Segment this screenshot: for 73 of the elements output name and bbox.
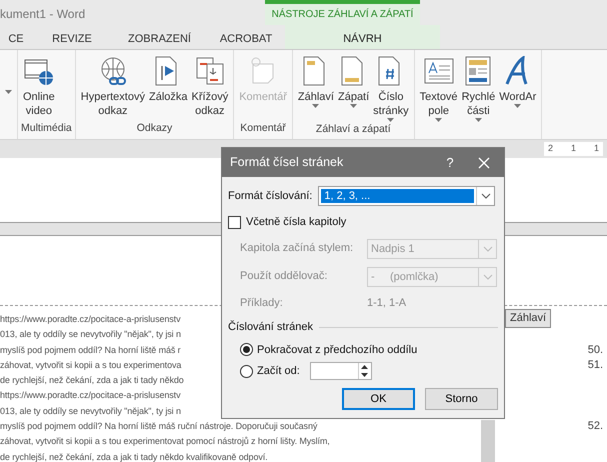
ruler-number: 2 <box>548 142 553 156</box>
ribbon-button[interactable]: Textové pole <box>418 50 460 122</box>
line-number: 50. <box>588 342 604 358</box>
ribbon-button[interactable]: Hypertextový odkaz <box>78 50 147 122</box>
margin-bar <box>481 420 495 462</box>
example-value: 1-1, 1-A <box>367 296 406 310</box>
dialog-button[interactable]: Storno <box>425 388 498 410</box>
cross-reference-icon <box>194 56 225 86</box>
document-text: záhovat, vytvořit si kopii a s tou experimentovat pomocí nástrojů z horní lišty. Myslím, <box>0 435 330 448</box>
number-spinner[interactable] <box>310 362 372 380</box>
document-text: https://www.poradte.cz/pocitace-a-prislusenstv <box>0 389 180 402</box>
document-text: záhovat, vytvořit si kopii a s tou experimentova <box>0 358 182 372</box>
document-text: myslíš pod pojmem oddíl? Na horní liště máš r <box>0 344 181 357</box>
caret-icon <box>5 90 12 94</box>
field-label: Kapitola začíná stylem: <box>240 241 354 256</box>
line-number: 52. <box>588 419 604 434</box>
contextual-tab-group: NÁSTROJE ZÁHLAVÍ A ZÁPATÍ <box>265 0 420 25</box>
caret-icon <box>350 104 358 108</box>
chevron-icon <box>480 193 491 199</box>
field-label: Použít oddělovač: <box>240 269 328 284</box>
ribbon-button[interactable]: Číslo stránky <box>371 50 411 122</box>
field-label: Příklady: <box>240 296 284 310</box>
caret-icon <box>312 104 320 108</box>
caret-icon <box>474 118 482 122</box>
radio-label: Pokračovat z předchozího oddílu <box>257 342 418 358</box>
section-title: Číslování stránek <box>228 319 313 335</box>
help-button[interactable]: ? <box>430 152 470 174</box>
line-number: 51. <box>588 358 604 373</box>
header-tag: Záhlaví <box>505 309 552 328</box>
group-label: Odkazy <box>136 121 174 136</box>
ribbon-tab[interactable]: NÁVRH <box>285 25 440 49</box>
up-arrow-icon <box>358 363 370 371</box>
document-text: 013, ale ty oddíly se nevytvořily "nějak", ty jsi n <box>0 404 181 418</box>
document-text: https://www.poradte.cz/pocitace-a-prislusenstv <box>0 313 180 326</box>
document-text: de rychlejší, než čekání, zda a jak ti tady někdo kvalifikovaně odpoví. <box>0 450 268 462</box>
ribbon-button[interactable]: WordAr <box>497 50 538 122</box>
ribbon-tab[interactable]: ZOBRAZENÍ <box>112 25 207 49</box>
group-label: Záhlaví a zápatí <box>314 122 392 137</box>
dialog-button[interactable]: OK <box>342 388 415 410</box>
ribbon-button[interactable]: Zápatí <box>336 50 372 122</box>
document-text: myslíš pod pojmem oddíl? Na horní liště máš ruční nástroje. Doporučuji současný <box>0 420 318 434</box>
checkbox[interactable] <box>228 216 241 229</box>
ribbon-button[interactable]: Záhlaví <box>296 50 336 122</box>
caret-icon <box>435 118 442 122</box>
close-icon[interactable] <box>478 156 490 168</box>
caret-icon <box>514 104 522 108</box>
document-text: 013, ale ty oddíly se nevytvořily "nějak", ty jsi n <box>0 328 181 342</box>
radio-label: Začít od: <box>257 364 300 379</box>
caret-icon <box>387 118 394 122</box>
ribbon-tab[interactable]: ACROBAT <box>207 25 285 49</box>
ruler-number: 1 <box>594 142 599 156</box>
radio-button[interactable] <box>240 343 253 356</box>
checkbox-label: Včetně čísla kapitoly <box>246 215 346 230</box>
group-label: Komentář <box>239 121 287 136</box>
ribbon-tab[interactable]: REVIZE <box>32 25 112 49</box>
window-title: kument1 - Word <box>0 6 86 23</box>
format-select[interactable]: 1, 2, 3, ... <box>318 186 496 206</box>
ribbon-button[interactable]: Online video <box>21 50 57 122</box>
radio-button[interactable] <box>240 364 253 378</box>
ribbon-tab[interactable]: CE <box>0 25 32 49</box>
text-box-icon <box>424 56 454 86</box>
ribbon-button[interactable]: Záložka <box>146 50 190 122</box>
group-label: Multimédia <box>21 121 72 136</box>
ribbon-button[interactable]: Rychlé části <box>460 50 498 122</box>
document-text: de rychlejší, než čekání, zda a jak ti tady někdo <box>0 374 184 388</box>
ruler-number: 1 <box>570 142 576 156</box>
dialog-title: Formát čísel stránek <box>230 154 344 172</box>
chevron-icon <box>482 246 492 252</box>
ribbon-button[interactable]: Křížový odkaz <box>190 50 230 122</box>
down-arrow-icon <box>358 371 370 379</box>
field-label: Formát číslování: <box>228 188 312 204</box>
quick-parts-icon <box>463 56 494 86</box>
chevron-icon <box>482 274 492 280</box>
